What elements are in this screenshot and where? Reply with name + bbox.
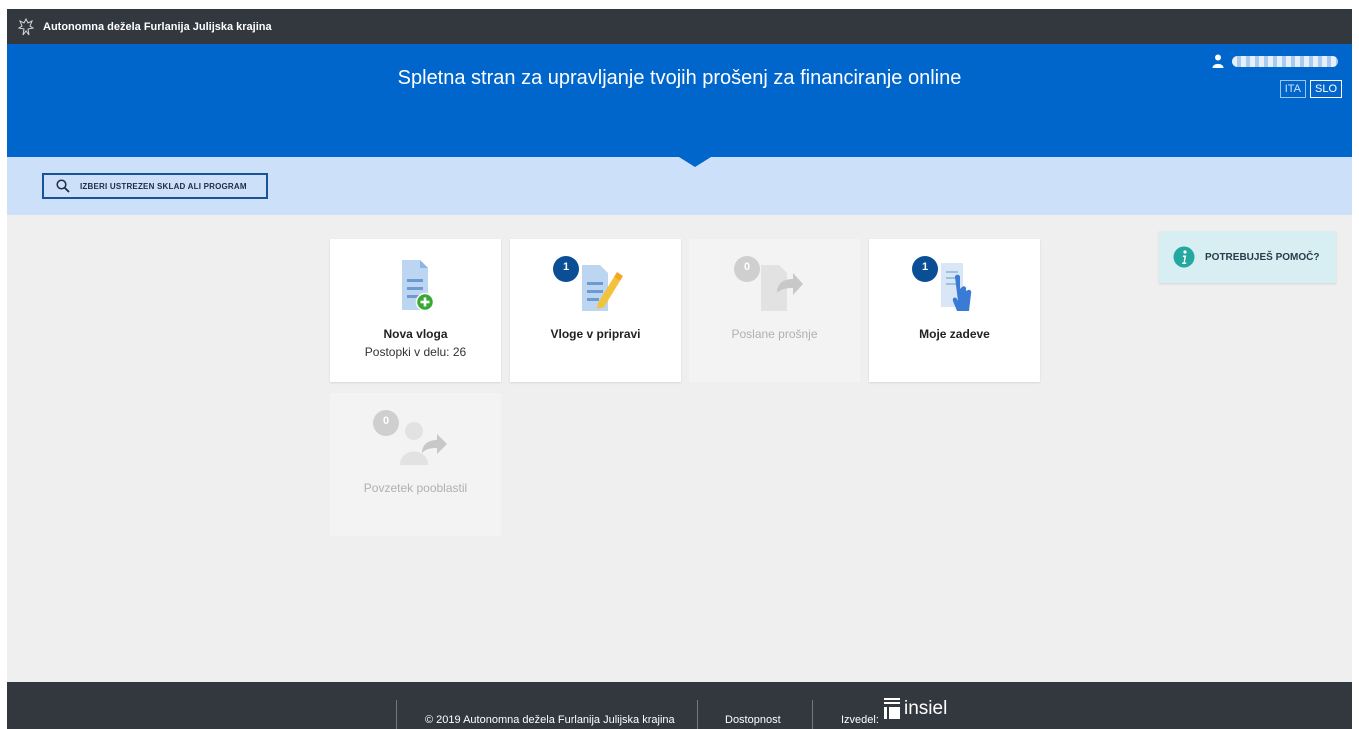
language-slo[interactable]: SLO bbox=[1309, 80, 1342, 98]
footer-divider bbox=[396, 700, 397, 729]
badge-count: 1 bbox=[562, 261, 570, 273]
tile-label: Povzetek pooblastil bbox=[363, 481, 468, 495]
help-label: POTREBUJEŠ POMOČ? bbox=[1205, 251, 1320, 263]
badge-count: 0 bbox=[743, 261, 751, 273]
tile-drafts[interactable]: 1 Vloge v pripravi bbox=[510, 239, 681, 382]
user-name-redacted[interactable] bbox=[1232, 55, 1338, 67]
tile-my-cases[interactable]: 1 Moje zadeve bbox=[869, 239, 1040, 382]
insiel-logo-icon bbox=[884, 698, 900, 719]
made-by-label: Izvedel: bbox=[841, 714, 879, 726]
user-icon bbox=[1212, 54, 1224, 68]
person-share-icon bbox=[400, 422, 447, 465]
page-footer: © 2019 Autonomna dežela Furlanija Julijs… bbox=[7, 682, 1352, 729]
choose-fund-button[interactable]: IZBERI USTREZEN SKLAD ALI PROGRAM bbox=[42, 173, 268, 199]
accessibility-link[interactable]: Dostopnost bbox=[725, 714, 781, 726]
insiel-logo[interactable]: insiel bbox=[884, 698, 947, 720]
document-send-icon bbox=[761, 265, 803, 311]
tile-sent-applications: 0 Poslane prošnje bbox=[689, 239, 860, 382]
user-menu[interactable] bbox=[1212, 54, 1338, 68]
document-edit-icon bbox=[582, 265, 623, 311]
top-bar: Autonomna dežela Furlanija Julijska kraj… bbox=[7, 9, 1352, 44]
tile-sublabel: Postopki v delu: 26 bbox=[364, 345, 467, 359]
info-icon bbox=[1173, 246, 1195, 268]
tile-label: Vloge v pripravi bbox=[550, 327, 641, 341]
copyright-text: © 2019 Autonomna dežela Furlanija Julijs… bbox=[425, 714, 675, 726]
search-icon bbox=[56, 179, 70, 193]
badge-count: 1 bbox=[921, 261, 929, 273]
tile-new-application[interactable]: Nova vloga Postopki v delu: 26 bbox=[330, 239, 501, 382]
hand-document-icon bbox=[941, 263, 972, 311]
app-frame: Autonomna dežela Furlanija Julijska kraj… bbox=[7, 9, 1352, 729]
badge-count: 0 bbox=[382, 415, 390, 427]
language-switcher: ITA SLO bbox=[1279, 80, 1342, 98]
tile-authorizations-summary: 0 Povzetek pooblastil bbox=[330, 393, 501, 536]
insiel-name: insiel bbox=[904, 698, 948, 719]
region-name: Autonomna dežela Furlanija Julijska kraj… bbox=[43, 20, 272, 33]
tile-label: Poslane prošnje bbox=[731, 327, 818, 341]
language-ita[interactable]: ITA bbox=[1279, 80, 1306, 98]
footer-divider bbox=[812, 700, 813, 729]
document-add-icon bbox=[402, 260, 435, 312]
footer-divider bbox=[697, 700, 698, 729]
page-title: Spletna stran za upravljanje tvojih proš… bbox=[397, 67, 962, 89]
header-notch bbox=[679, 157, 711, 167]
tile-label: Nova vloga bbox=[383, 327, 448, 341]
choose-fund-label: IZBERI USTREZEN SKLAD ALI PROGRAM bbox=[80, 181, 247, 191]
help-button[interactable]: POTREBUJEŠ POMOČ? bbox=[1159, 231, 1336, 283]
region-eagle-logo-icon bbox=[17, 17, 35, 35]
page-header: Spletna stran za upravljanje tvojih proš… bbox=[7, 44, 1352, 157]
tile-label: Moje zadeve bbox=[919, 327, 990, 341]
